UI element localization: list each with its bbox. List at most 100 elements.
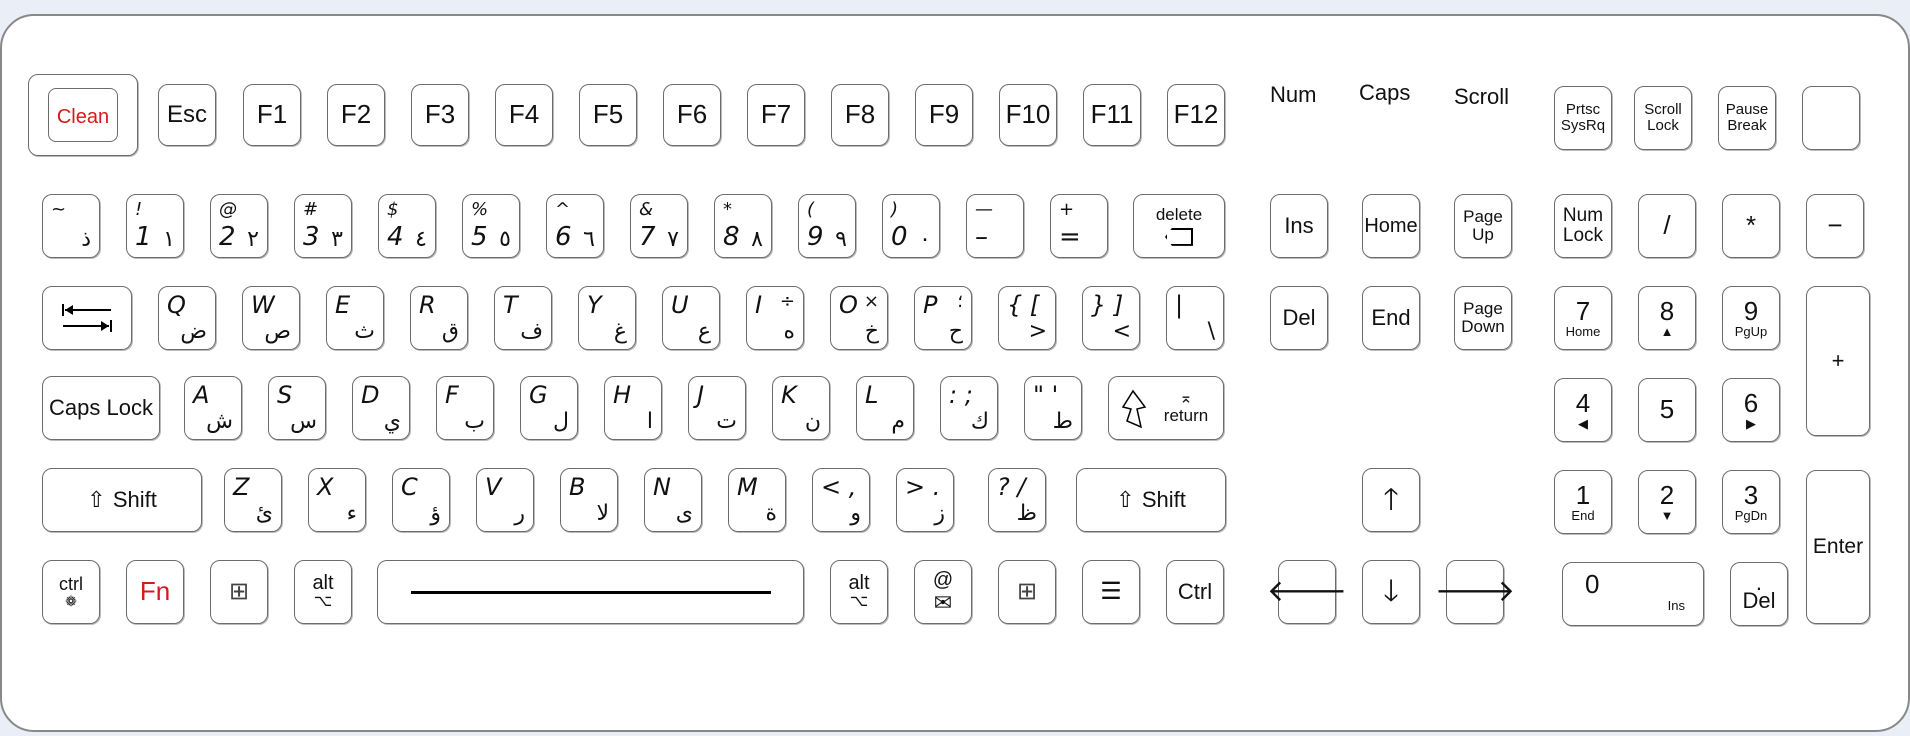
f3-key[interactable]: F3	[411, 84, 469, 146]
menu-key[interactable]: ☰	[1082, 560, 1140, 624]
f2-key[interactable]: F2	[327, 84, 385, 146]
letter-key[interactable]: Rق	[410, 286, 468, 350]
number-row-key[interactable]: * 8 ٨	[714, 194, 772, 258]
letter-key[interactable]: Sس	[268, 376, 326, 440]
arrow-left-key[interactable]: 🡐	[1267, 560, 1347, 624]
pause-key[interactable]: Pause Break	[1718, 86, 1776, 150]
f1-key[interactable]: F1	[243, 84, 301, 146]
number-row-key[interactable]: $4 ٤	[378, 194, 436, 258]
f10-key[interactable]: F10	[999, 84, 1057, 146]
number-row-key[interactable]: ) 0 ٠	[882, 194, 940, 258]
number-row-key[interactable]: ^ 6 ٦	[546, 194, 604, 258]
number-row-key[interactable]: (9 ٩	[798, 194, 856, 258]
insert-key[interactable]: Ins	[1270, 194, 1328, 258]
letter-key[interactable]: Tف	[494, 286, 552, 350]
return-key[interactable]: ⌅ return	[1108, 376, 1224, 440]
email-key[interactable]: @ ✉	[914, 560, 972, 624]
numpad-plus-key[interactable]: +	[1806, 286, 1870, 436]
letter-key[interactable]: Gل	[520, 376, 578, 440]
letter-key[interactable]: I ه ÷	[746, 286, 804, 350]
letter-key[interactable]: Fب	[436, 376, 494, 440]
numpad-minus-key[interactable]: −	[1806, 194, 1864, 258]
letter-key[interactable]: : ; ك	[940, 376, 998, 440]
letter-key[interactable]: } ] <	[1082, 286, 1140, 350]
numpad-2-key[interactable]: 2 ▼	[1638, 470, 1696, 534]
number-row-key[interactable]: — –	[966, 194, 1024, 258]
letter-key[interactable]: B لا	[560, 468, 618, 532]
letter-key[interactable]: | \	[1166, 286, 1224, 350]
letter-key[interactable]: Eث	[326, 286, 384, 350]
numpad-9-key[interactable]: 9 PgUp	[1722, 286, 1780, 350]
fn-key[interactable]: Fn	[126, 560, 184, 624]
left-shift-key[interactable]: ⇧ Shift	[42, 468, 202, 532]
letter-key[interactable]: Hا	[604, 376, 662, 440]
page-up-key[interactable]: Page Up	[1454, 194, 1512, 258]
num-lock-key[interactable]: Num Lock	[1554, 194, 1612, 258]
numpad-0-key[interactable]: 0 Ins	[1562, 562, 1704, 626]
letter-key[interactable]: Yغ	[578, 286, 636, 350]
alt-key-right[interactable]: alt ⌥	[830, 560, 888, 624]
letter-key[interactable]: { [>	[998, 286, 1056, 350]
number-row-key[interactable]: #3 ٣	[294, 194, 352, 258]
number-row-key[interactable]: ~ ذ	[42, 194, 100, 258]
numpad-slash-key[interactable]: /	[1638, 194, 1696, 258]
letter-key[interactable]: Lم	[856, 376, 914, 440]
letter-key[interactable]: Aش	[184, 376, 242, 440]
esc-key[interactable]: Esc	[158, 84, 216, 146]
blank-key[interactable]	[1802, 86, 1860, 150]
letter-key[interactable]: > .ز	[896, 468, 954, 532]
page-down-key[interactable]: Page Down	[1454, 286, 1512, 350]
letter-key[interactable]: Qض	[158, 286, 216, 350]
arrow-up-key[interactable]: 🡑	[1362, 468, 1420, 532]
space-bar[interactable]	[377, 560, 804, 624]
letter-key[interactable]: " ' ط	[1024, 376, 1082, 440]
letter-key[interactable]: P ح ؛	[914, 286, 972, 350]
arrow-right-key[interactable]: 🡒	[1435, 560, 1515, 624]
arrow-down-key[interactable]: 🡓	[1362, 560, 1420, 624]
letter-key[interactable]: Kن	[772, 376, 830, 440]
letter-key[interactable]: Nى	[644, 468, 702, 532]
letter-key[interactable]: Mة	[728, 468, 786, 532]
f8-key[interactable]: F8	[831, 84, 889, 146]
numpad-1-key[interactable]: 1 End	[1554, 470, 1612, 534]
numpad-6-key[interactable]: 6 ▶	[1722, 378, 1780, 442]
f9-key[interactable]: F9	[915, 84, 973, 146]
number-row-key[interactable]: & 7 ٧	[630, 194, 688, 258]
numpad-enter-key[interactable]: Enter	[1806, 470, 1870, 624]
letter-key[interactable]: Xء	[308, 468, 366, 532]
letter-key[interactable]: Jت	[688, 376, 746, 440]
letter-key[interactable]: Uع	[662, 286, 720, 350]
delete-key[interactable]: delete	[1133, 194, 1225, 258]
windows-key-left[interactable]: ⊞	[210, 560, 268, 624]
tab-key[interactable]	[42, 286, 132, 350]
f5-key[interactable]: F5	[579, 84, 637, 146]
number-row-key[interactable]: ! 1 ١	[126, 194, 184, 258]
letter-key[interactable]: < ,و	[812, 468, 870, 532]
numpad-7-key[interactable]: 7 Home	[1554, 286, 1612, 350]
number-row-key[interactable]: + =	[1050, 194, 1108, 258]
numpad-8-key[interactable]: 8 ▲	[1638, 286, 1696, 350]
numpad-5-key[interactable]: 5	[1638, 378, 1696, 442]
numpad-dot-key[interactable]: . Del	[1730, 562, 1788, 626]
letter-key[interactable]: Zئ	[224, 468, 282, 532]
end-key[interactable]: End	[1362, 286, 1420, 350]
letter-key[interactable]: Vر	[476, 468, 534, 532]
right-ctrl-key[interactable]: Ctrl	[1166, 560, 1224, 624]
f11-key[interactable]: F11	[1083, 84, 1141, 146]
alt-key-left[interactable]: alt ⌥	[294, 560, 352, 624]
letter-key[interactable]: ? / ظ	[988, 468, 1046, 532]
home-key[interactable]: Home	[1362, 194, 1420, 258]
letter-key[interactable]: Wص	[242, 286, 300, 350]
ctrl-key[interactable]: ctrl ❁	[42, 560, 100, 624]
right-shift-key[interactable]: ⇧ Shift	[1076, 468, 1226, 532]
caps-lock-key[interactable]: Caps Lock	[42, 376, 160, 440]
numpad-star-key[interactable]: *	[1722, 194, 1780, 258]
letter-key[interactable]: Dي	[352, 376, 410, 440]
f12-key[interactable]: F12	[1167, 84, 1225, 146]
numpad-3-key[interactable]: 3 PgDn	[1722, 470, 1780, 534]
delete-nav-key[interactable]: Del	[1270, 286, 1328, 350]
f4-key[interactable]: F4	[495, 84, 553, 146]
f7-key[interactable]: F7	[747, 84, 805, 146]
scroll-lock-key[interactable]: Scroll Lock	[1634, 86, 1692, 150]
number-row-key[interactable]: @2 ٢	[210, 194, 268, 258]
